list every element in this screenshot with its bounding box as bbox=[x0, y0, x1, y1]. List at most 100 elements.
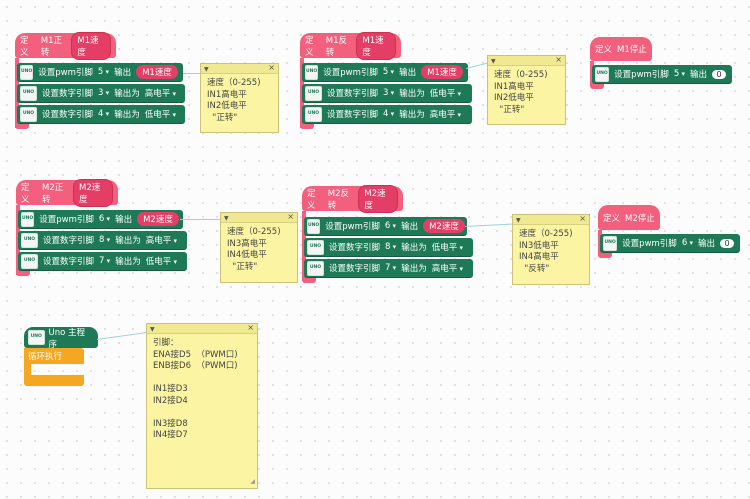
value-pill[interactable]: M1速度 bbox=[136, 65, 178, 79]
set-pwm-block[interactable]: UNO 设置pwm引脚 5 输出 M1速度 bbox=[302, 63, 468, 82]
define-keyword: 定义 bbox=[305, 35, 314, 58]
comment-note[interactable]: ▼ × 速度（0-255) IN1高电平 IN2低电平 "正转" bbox=[487, 55, 566, 125]
triangle-down-icon[interactable]: ▼ bbox=[204, 64, 209, 76]
block-label: 输出 bbox=[114, 68, 132, 78]
set-digital-block[interactable]: UNO 设置数字引脚 4 输出为 低电平 bbox=[17, 105, 185, 124]
comment-text[interactable]: 速度（0-255) IN3低电平 IN4高电平 "反转" bbox=[513, 225, 589, 279]
pin-dropdown[interactable]: 3 bbox=[98, 88, 109, 98]
param-pill[interactable]: M1速度 bbox=[71, 31, 111, 60]
pin-dropdown[interactable]: 8 bbox=[99, 235, 110, 245]
comment-note[interactable]: ▼ × 速度（0-255) IN1高电平 IN2低电平 "正转" bbox=[200, 63, 279, 133]
define-foot bbox=[598, 253, 612, 258]
pin-dropdown[interactable]: 4 bbox=[98, 109, 109, 119]
pin-dropdown[interactable]: 5 bbox=[674, 69, 685, 79]
main-hat[interactable]: UNO Uno 主程序 bbox=[24, 327, 98, 350]
pin-dropdown[interactable]: 6 bbox=[682, 238, 693, 248]
level-dropdown[interactable]: 低电平 bbox=[145, 108, 176, 120]
set-digital-block[interactable]: UNO 设置数字引脚 3 输出为 高电平 bbox=[17, 84, 185, 103]
block-label: 设置数字引脚 bbox=[42, 89, 94, 99]
block-label: 输出为 bbox=[399, 89, 425, 99]
block-label: 输出为 bbox=[115, 236, 141, 246]
pin-dropdown[interactable]: 4 bbox=[383, 109, 394, 119]
comment-text[interactable]: 速度（0-255) IN3高电平 IN4低电平 "正转" bbox=[221, 223, 297, 277]
pin-dropdown[interactable]: 7 bbox=[385, 263, 396, 273]
param-pill[interactable]: M1速度 bbox=[356, 31, 396, 60]
pin-dropdown[interactable]: 8 bbox=[385, 242, 396, 252]
pin-dropdown[interactable]: 6 bbox=[99, 214, 110, 224]
close-icon[interactable]: × bbox=[268, 62, 275, 74]
comment-text[interactable]: 速度（0-255) IN1高电平 IN2低电平 "正转" bbox=[488, 66, 565, 120]
level-dropdown[interactable]: 高电平 bbox=[146, 234, 177, 246]
loop-block[interactable]: 循环执行 bbox=[24, 348, 84, 364]
define-hat[interactable]: 定义 M2反转 M2速度 bbox=[302, 184, 403, 213]
set-pwm-block[interactable]: UNO 设置pwm引脚 5 输出 0 bbox=[592, 65, 732, 84]
set-digital-block[interactable]: UNO 设置数字引脚 8 输出为 低电平 bbox=[304, 238, 473, 257]
close-icon[interactable]: × bbox=[247, 322, 254, 334]
define-hat[interactable]: 定义 M2停止 bbox=[598, 205, 660, 230]
define-hat[interactable]: 定义 M2正转 M2速度 bbox=[16, 178, 118, 207]
set-pwm-block[interactable]: UNO 设置pwm引脚 6 输出 0 bbox=[600, 234, 740, 253]
set-pwm-block[interactable]: UNO 设置pwm引脚 6 输出 M2速度 bbox=[304, 217, 467, 236]
block-label: 设置pwm引脚 bbox=[323, 68, 378, 78]
pin-dropdown[interactable]: 3 bbox=[383, 88, 394, 98]
block-label: 设置pwm引脚 bbox=[38, 68, 93, 78]
define-foot bbox=[302, 278, 316, 283]
function-name: M1反转 bbox=[325, 35, 348, 58]
block-label: 输出 bbox=[689, 70, 707, 80]
close-icon[interactable]: × bbox=[287, 211, 294, 223]
comment-note[interactable]: ▼ × 速度（0-255) IN3高电平 IN4低电平 "正转" bbox=[220, 212, 298, 283]
block-label: 设置数字引脚 bbox=[43, 257, 95, 267]
comment-text[interactable]: 引脚： ENA接D5 （PWM口) ENB接D6 （PWM口) IN1接D3 I… bbox=[147, 334, 257, 446]
value-pill[interactable]: M2速度 bbox=[423, 219, 465, 233]
value-input[interactable]: 0 bbox=[720, 238, 734, 248]
set-digital-block[interactable]: UNO 设置数字引脚 3 输出为 低电平 bbox=[302, 84, 472, 103]
level-dropdown[interactable]: 高电平 bbox=[432, 262, 463, 274]
value-pill[interactable]: M1速度 bbox=[421, 65, 463, 79]
block-label: 设置数字引脚 bbox=[327, 89, 379, 99]
param-pill[interactable]: M2速度 bbox=[73, 178, 114, 207]
comment-titlebar[interactable]: ▼ × bbox=[488, 54, 565, 68]
level-dropdown[interactable]: 高电平 bbox=[145, 87, 176, 99]
resize-grip-icon[interactable]: ◢ bbox=[250, 476, 255, 488]
level-dropdown[interactable]: 高电平 bbox=[430, 108, 461, 120]
uno-icon: UNO bbox=[307, 239, 324, 255]
level-dropdown[interactable]: 低电平 bbox=[432, 241, 463, 253]
set-digital-block[interactable]: UNO 设置数字引脚 7 输出为 低电平 bbox=[18, 252, 187, 271]
triangle-down-icon[interactable]: ▼ bbox=[516, 215, 521, 227]
block-label: 设置数字引脚 bbox=[42, 110, 94, 120]
param-pill[interactable]: M2速度 bbox=[358, 184, 398, 213]
pin-dropdown[interactable]: 6 bbox=[385, 221, 396, 231]
value-pill[interactable]: M2速度 bbox=[137, 212, 179, 226]
comment-connector bbox=[97, 332, 147, 340]
close-icon[interactable]: × bbox=[579, 213, 586, 225]
set-pwm-block[interactable]: UNO 设置pwm引脚 5 输出 M1速度 bbox=[17, 63, 183, 82]
level-dropdown[interactable]: 低电平 bbox=[146, 255, 177, 267]
define-hat[interactable]: 定义 M1正转 M1速度 bbox=[15, 31, 116, 60]
pin-dropdown[interactable]: 7 bbox=[99, 256, 110, 266]
set-digital-block[interactable]: UNO 设置数字引脚 4 输出为 高电平 bbox=[302, 105, 472, 124]
value-input[interactable]: 0 bbox=[712, 69, 726, 79]
define-hat[interactable]: 定义 M1反转 M1速度 bbox=[300, 31, 401, 60]
triangle-down-icon[interactable]: ▼ bbox=[224, 213, 229, 225]
level-dropdown[interactable]: 低电平 bbox=[430, 87, 461, 99]
comment-note[interactable]: ▼ × 引脚： ENA接D5 （PWM口) ENB接D6 （PWM口) IN1接… bbox=[146, 323, 258, 489]
set-digital-block[interactable]: UNO 设置数字引脚 8 输出为 高电平 bbox=[18, 231, 187, 250]
uno-icon: UNO bbox=[603, 235, 618, 251]
pin-dropdown[interactable]: 5 bbox=[98, 67, 109, 77]
comment-titlebar[interactable]: ▼ × bbox=[147, 322, 257, 336]
comment-titlebar[interactable]: ▼ × bbox=[221, 211, 297, 225]
block-label: 设置数字引脚 bbox=[329, 264, 381, 274]
set-pwm-block[interactable]: UNO 设置pwm引脚 6 输出 M2速度 bbox=[18, 210, 183, 229]
set-digital-block[interactable]: UNO 设置数字引脚 7 输出为 高电平 bbox=[304, 259, 473, 278]
uno-icon: UNO bbox=[21, 211, 35, 227]
comment-titlebar[interactable]: ▼ × bbox=[201, 62, 278, 76]
pin-dropdown[interactable]: 5 bbox=[383, 67, 394, 77]
block-label: 设置数字引脚 bbox=[329, 243, 381, 253]
close-icon[interactable]: × bbox=[555, 54, 562, 66]
comment-titlebar[interactable]: ▼ × bbox=[513, 213, 589, 227]
define-hat[interactable]: 定义 M1停止 bbox=[590, 37, 652, 61]
comment-text[interactable]: 速度（0-255) IN1高电平 IN2低电平 "正转" bbox=[201, 74, 278, 128]
triangle-down-icon[interactable]: ▼ bbox=[491, 56, 496, 68]
triangle-down-icon[interactable]: ▼ bbox=[150, 324, 155, 336]
comment-note[interactable]: ▼ × 速度（0-255) IN3低电平 IN4高电平 "反转" bbox=[512, 214, 590, 285]
